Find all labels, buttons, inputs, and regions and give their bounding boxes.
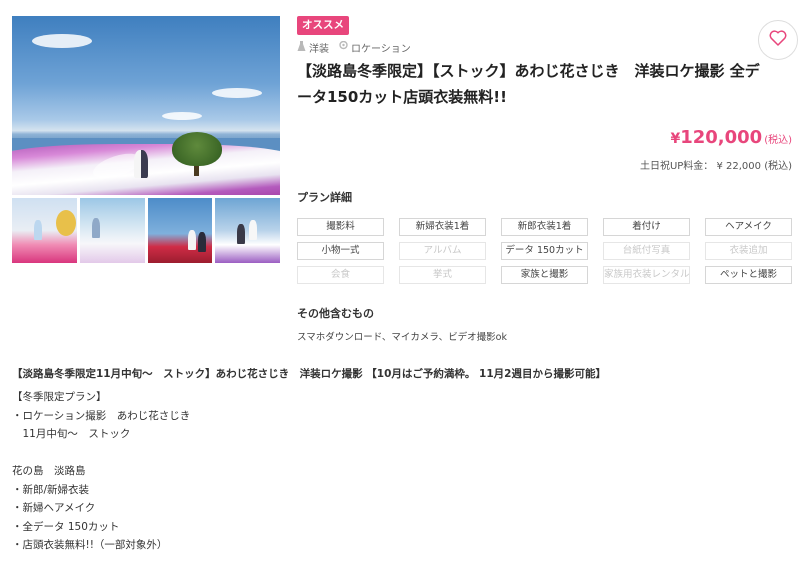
- pin-icon: [339, 40, 348, 54]
- description-line: 11月中旬～ ストック: [12, 428, 131, 440]
- plan-item-chip: 新婦衣装1着: [399, 218, 486, 236]
- plan-item-chip: 家族と撮影: [501, 266, 588, 284]
- cloud: [162, 112, 202, 120]
- plan-item-chip: 家族用衣装レンタル: [603, 266, 690, 284]
- cloud: [212, 88, 262, 98]
- plan-item-chip: 小物一式: [297, 242, 384, 260]
- plan-details-heading: プラン詳細: [297, 191, 352, 204]
- plan-item-chip: 撮影料: [297, 218, 384, 236]
- tag-location: ロケーション: [339, 40, 411, 55]
- description-line: ・新婦ヘアメイク: [12, 502, 96, 514]
- bride-figure: [249, 220, 258, 240]
- plan-item-chip: ヘアメイク: [705, 218, 792, 236]
- main-photo[interactable]: [12, 16, 280, 195]
- favorite-button[interactable]: [758, 20, 798, 60]
- description-line: ・ロケーション撮影 あわじ花さじき: [12, 409, 191, 422]
- description-lines: 【冬季限定プラン】・ロケーション撮影 あわじ花さじき 11月中旬～ ストック 花の…: [12, 388, 792, 555]
- plan-details-grid: 撮影料 新婦衣装1着 新郎衣装1着 着付け ヘアメイク小物一式 アルバム データ 150カッ…: [297, 218, 793, 284]
- tree-crown: [172, 132, 222, 166]
- description-line: ・店頭衣装無料!!（一部対象外）: [12, 539, 168, 551]
- plan-item-chip: 新郎衣装1着: [501, 218, 588, 236]
- thumbnail-1[interactable]: [12, 198, 77, 263]
- weekend-extra-fee: 土日祝UP料金： ¥ 22,000 (税込): [639, 161, 792, 172]
- thumbnail-3[interactable]: [147, 198, 213, 263]
- other-included-text: スマホダウンロード、マイカメラ、ビデオ撮影ok: [297, 332, 507, 343]
- plan-item-chip: ペットと撮影: [705, 266, 792, 284]
- recommend-badge: オススメ: [297, 16, 349, 35]
- bride-figure: [91, 218, 100, 238]
- dress-icon: [297, 41, 306, 54]
- thumbnail-strip: [12, 198, 280, 263]
- tag-western: 洋装: [297, 40, 329, 55]
- bride-figure: [34, 220, 42, 240]
- tag-label: ロケーション: [351, 44, 411, 55]
- plan-item-chip: 台紙付写真: [603, 242, 690, 260]
- heart-icon: [769, 30, 787, 50]
- plan-item-chip: アルバム: [399, 242, 486, 260]
- price-amount: 120,000: [680, 127, 763, 148]
- price-tax-label: (税込): [764, 135, 792, 146]
- other-included-heading: その他含むもの: [297, 307, 374, 320]
- price-currency: ¥: [670, 131, 681, 147]
- description-line: ・新郎/新婦衣装: [12, 483, 90, 496]
- cloud: [32, 34, 92, 48]
- category-tags: 洋装 ロケーション: [297, 40, 411, 55]
- groom-figure: [197, 232, 206, 252]
- thumbnail-2[interactable]: [79, 198, 145, 263]
- plan-item-chip: 挙式: [399, 266, 486, 284]
- price: ¥120,000 (税込): [670, 127, 792, 148]
- plan-item-chip: 着付け: [603, 218, 690, 236]
- plan-item-chip: 衣装追加: [705, 242, 792, 260]
- groom-figure: [237, 224, 246, 244]
- thumbnail-4[interactable]: [215, 198, 280, 263]
- description-line: ・全データ 150カット: [12, 520, 120, 533]
- plan-item-chip: 会食: [297, 266, 384, 284]
- description-line: 花の島 淡路島: [12, 465, 86, 477]
- bride-figure: [187, 230, 196, 250]
- couple: [134, 150, 148, 178]
- description-line: [12, 444, 792, 463]
- tag-label: 洋装: [309, 44, 329, 55]
- plan-title: 【淡路島冬季限定】【ストック】あわじ花さじき 洋装ロケ撮影 全データ150カット…: [297, 62, 760, 106]
- plan-item-chip: データ 150カット: [501, 242, 588, 260]
- plan-description: 【淡路島冬季限定11月中旬～ ストック】あわじ花さじき 洋装ロケ撮影 【10月は…: [12, 366, 792, 555]
- description-line: 【冬季限定プラン】: [12, 391, 107, 403]
- description-heading: 【淡路島冬季限定11月中旬～ ストック】あわじ花さじき 洋装ロケ撮影 【10月は…: [12, 368, 606, 380]
